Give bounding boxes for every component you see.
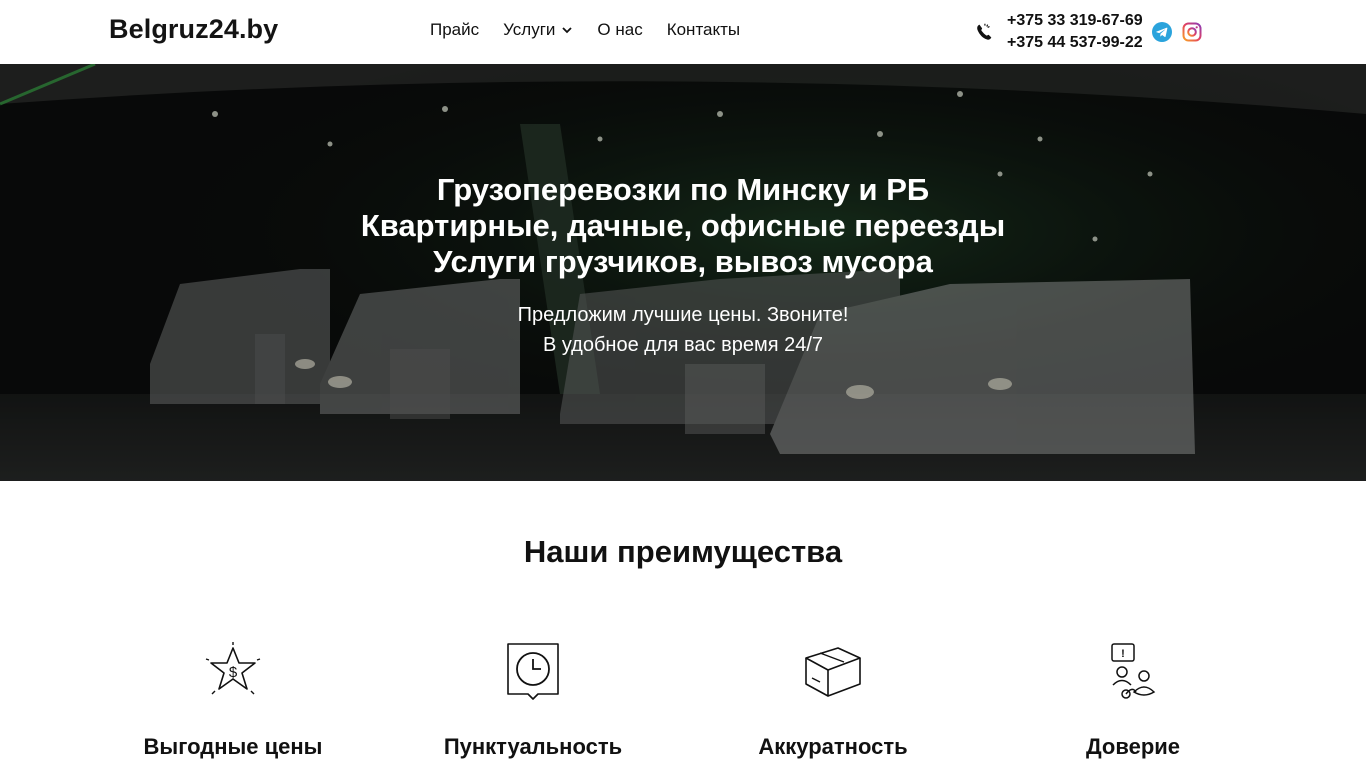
phone-number-2[interactable]: +375 44 537-99-22 [1007,32,1143,54]
nav-item-about[interactable]: О нас [597,20,642,40]
advantage-label: Аккуратность [758,734,908,759]
nav-item-label: Прайс [430,20,480,39]
hero-title-line: Услуги грузчиков, вывоз мусора [433,244,933,279]
advantage-label: Выгодные цены [143,734,323,759]
phone-icon [977,23,992,40]
hero-title-line: Грузоперевозки по Минску и РБ [436,172,930,207]
clock-icon [507,643,559,700]
site-header: Belgruz24.by Прайс Услуги О нас Контакты… [0,0,1366,64]
advantages-title: Наши преимущества [523,534,843,569]
advantage-item-trust: ! Доверие [983,640,1283,760]
svg-text:!: ! [1121,648,1125,660]
hero-subtitle-line: В удобное для вас время 24/7 [542,334,824,356]
advantage-item-punctuality: Пунктуальность [383,640,683,760]
nav-item-label: О нас [597,20,643,39]
box-icon [805,647,861,697]
people-trust-icon: ! [1111,643,1156,699]
main-nav: Прайс Услуги О нас Контакты [430,20,740,40]
phone-numbers: +375 33 319-67-69 +375 44 537-99-22 [1007,10,1143,54]
site-logo[interactable]: Belgruz24.by [109,14,278,45]
advantage-item-accuracy: Аккуратность [683,640,983,760]
nav-item-contacts[interactable]: Контакты [667,20,740,40]
advantage-label: Пунктуальность [443,734,623,759]
nav-item-label: Услуги [503,20,556,39]
nav-item-price[interactable]: Прайс [430,20,479,40]
hero-subtitle-line: Предложим лучшие цены. Звоните! [517,304,849,326]
instagram-icon[interactable] [1182,22,1202,42]
star-dollar-icon: $ [205,642,261,695]
svg-text:$: $ [229,664,238,681]
nav-item-label: Контакты [666,20,741,39]
hero-title: Грузоперевозки по Минску и РБ Квартирные… [0,172,1366,280]
phone-number-1[interactable]: +375 33 319-67-69 [1007,10,1143,32]
hero-subtitle: Предложим лучшие цены. Звоните! В удобно… [0,300,1366,360]
hero-banner: Грузоперевозки по Минску и РБ Квартирные… [0,64,1366,481]
telegram-icon[interactable] [1152,22,1172,42]
chevron-down-icon [562,27,573,34]
nav-item-services[interactable]: Услуги [503,20,573,40]
hero-content: Грузоперевозки по Минску и РБ Квартирные… [0,172,1366,360]
hero-title-line: Квартирные, дачные, офисные переезды [360,208,1006,243]
advantage-label: Доверие [1085,734,1181,759]
advantage-item-prices: $ Выгодные цены [83,640,383,760]
